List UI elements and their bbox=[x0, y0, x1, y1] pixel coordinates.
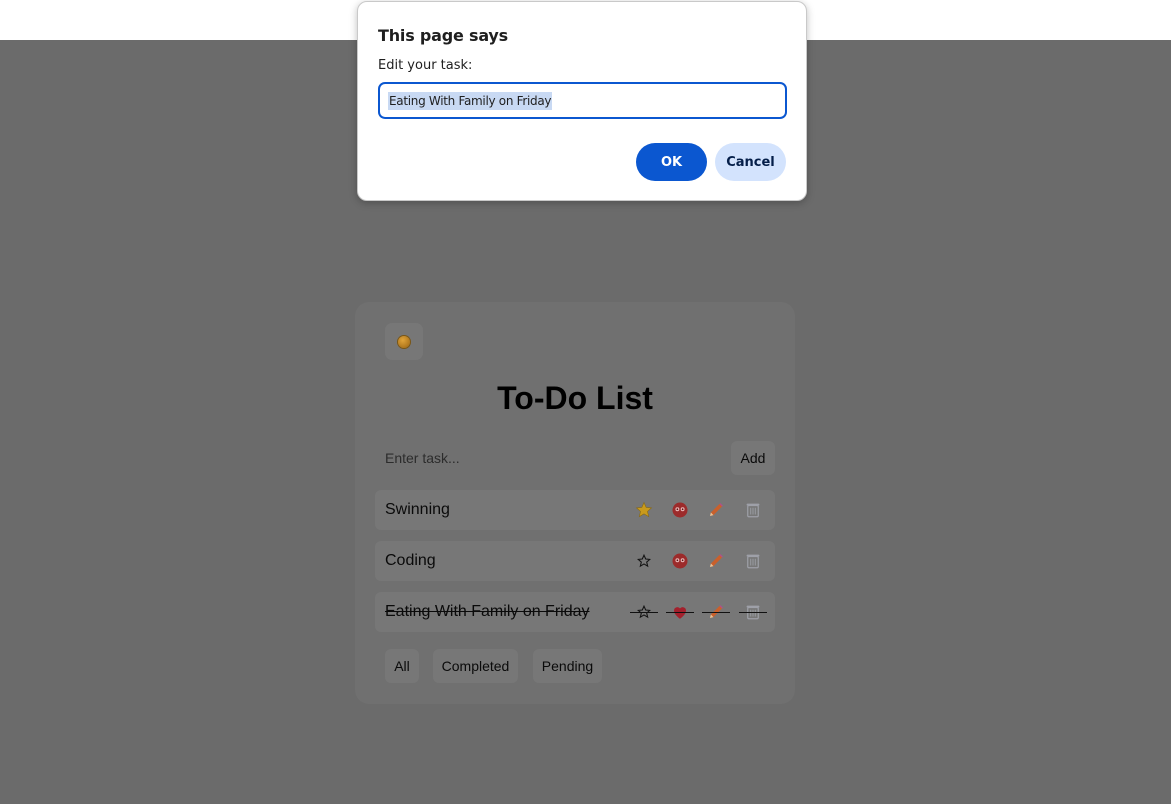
pencil-icon[interactable] bbox=[706, 500, 726, 520]
star-outline-icon[interactable] bbox=[634, 551, 654, 571]
theme-toggle-button[interactable] bbox=[385, 323, 423, 360]
dialog-message: Edit your task: bbox=[378, 58, 473, 73]
task-item: Swinning bbox=[375, 490, 775, 530]
favorite-icon[interactable] bbox=[670, 500, 690, 520]
page-title: To-Do List bbox=[497, 380, 653, 416]
task-text: Coding bbox=[385, 552, 436, 569]
prompt-dialog: This page says Edit your task: Eating Wi… bbox=[357, 1, 807, 201]
favorite-icon[interactable] bbox=[670, 551, 690, 571]
filter-pending-button[interactable]: Pending bbox=[533, 649, 602, 683]
add-task-button[interactable]: Add bbox=[731, 441, 775, 475]
trash-icon[interactable] bbox=[739, 602, 767, 622]
task-input[interactable] bbox=[375, 441, 725, 475]
task-item-completed: Eating With Family on Friday bbox=[375, 592, 775, 632]
dialog-title: This page says bbox=[378, 26, 508, 45]
task-text: Swinning bbox=[385, 501, 450, 518]
star-outline-icon[interactable] bbox=[630, 602, 658, 622]
trash-icon[interactable] bbox=[743, 551, 763, 571]
sun-icon bbox=[398, 335, 410, 348]
task-item: Coding bbox=[375, 541, 775, 581]
dialog-input-selected-text[interactable]: Eating With Family on Friday bbox=[388, 92, 553, 110]
filter-completed-button[interactable]: Completed bbox=[433, 649, 518, 683]
task-text: Eating With Family on Friday bbox=[385, 603, 590, 620]
cancel-button[interactable]: Cancel bbox=[715, 143, 786, 181]
todo-card: To-Do List Add Swinning Coding bbox=[355, 302, 795, 704]
filter-all-button[interactable]: All bbox=[385, 649, 419, 683]
trash-icon[interactable] bbox=[743, 500, 763, 520]
heart-icon[interactable] bbox=[666, 602, 694, 622]
ok-button[interactable]: OK bbox=[636, 143, 707, 181]
dialog-input-field[interactable]: Eating With Family on Friday bbox=[378, 82, 787, 119]
pencil-icon[interactable] bbox=[706, 551, 726, 571]
pencil-icon[interactable] bbox=[702, 602, 730, 622]
star-icon[interactable] bbox=[634, 500, 654, 520]
